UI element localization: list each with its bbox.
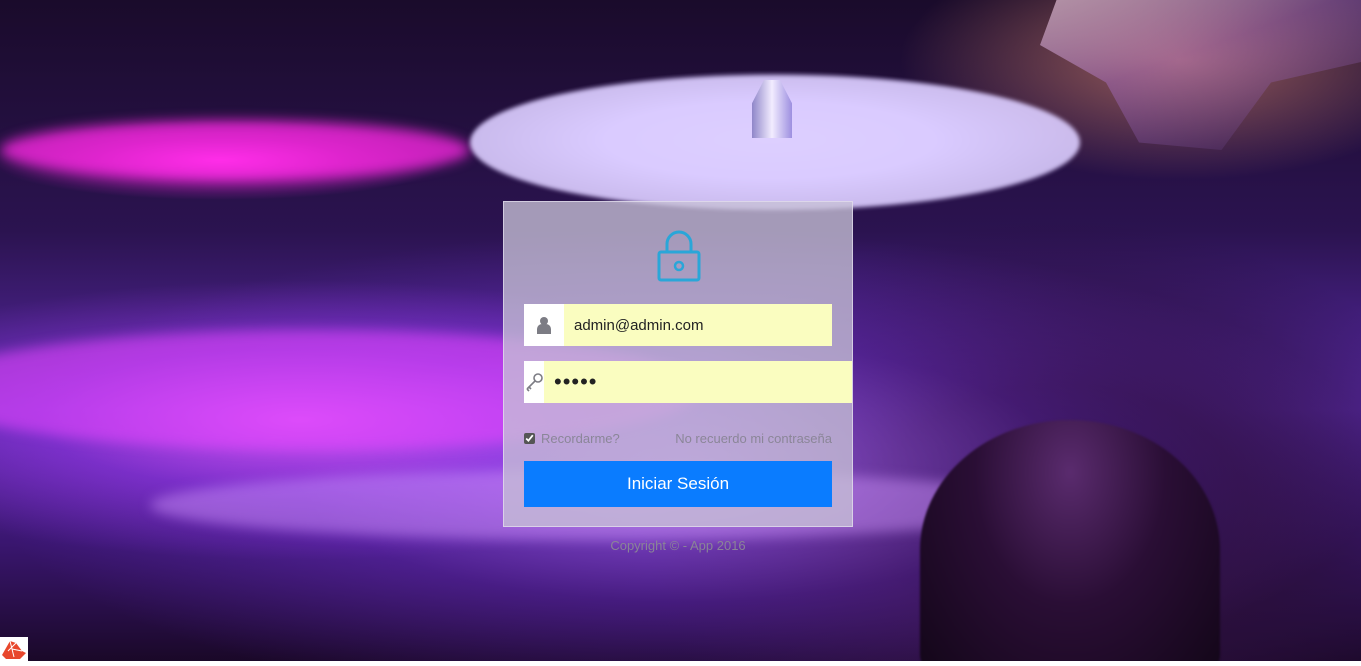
login-button[interactable]: Iniciar Sesión <box>524 461 832 507</box>
password-field <box>524 361 852 403</box>
remember-checkbox[interactable] <box>524 432 535 444</box>
knob <box>920 420 1220 661</box>
background-streak <box>0 120 470 180</box>
options-row: Recordarme? No recuerdo mi contraseña <box>524 429 832 447</box>
email-input[interactable] <box>564 304 832 346</box>
remember-label: Recordarme? <box>541 430 620 446</box>
tonearm <box>1040 0 1361 150</box>
password-input[interactable] <box>544 361 852 403</box>
corner-logo <box>0 637 28 661</box>
forgot-password-link[interactable]: No recuerdo mi contraseña <box>675 431 832 446</box>
copyright-text: Copyright © - App 2016 <box>610 538 746 553</box>
lock-icon <box>657 230 701 282</box>
email-field <box>524 304 832 346</box>
user-icon <box>524 304 564 346</box>
remember-me[interactable]: Recordarme? <box>524 431 620 446</box>
key-icon <box>524 361 544 403</box>
login-panel: Recordarme? No recuerdo mi contraseña In… <box>503 201 853 527</box>
